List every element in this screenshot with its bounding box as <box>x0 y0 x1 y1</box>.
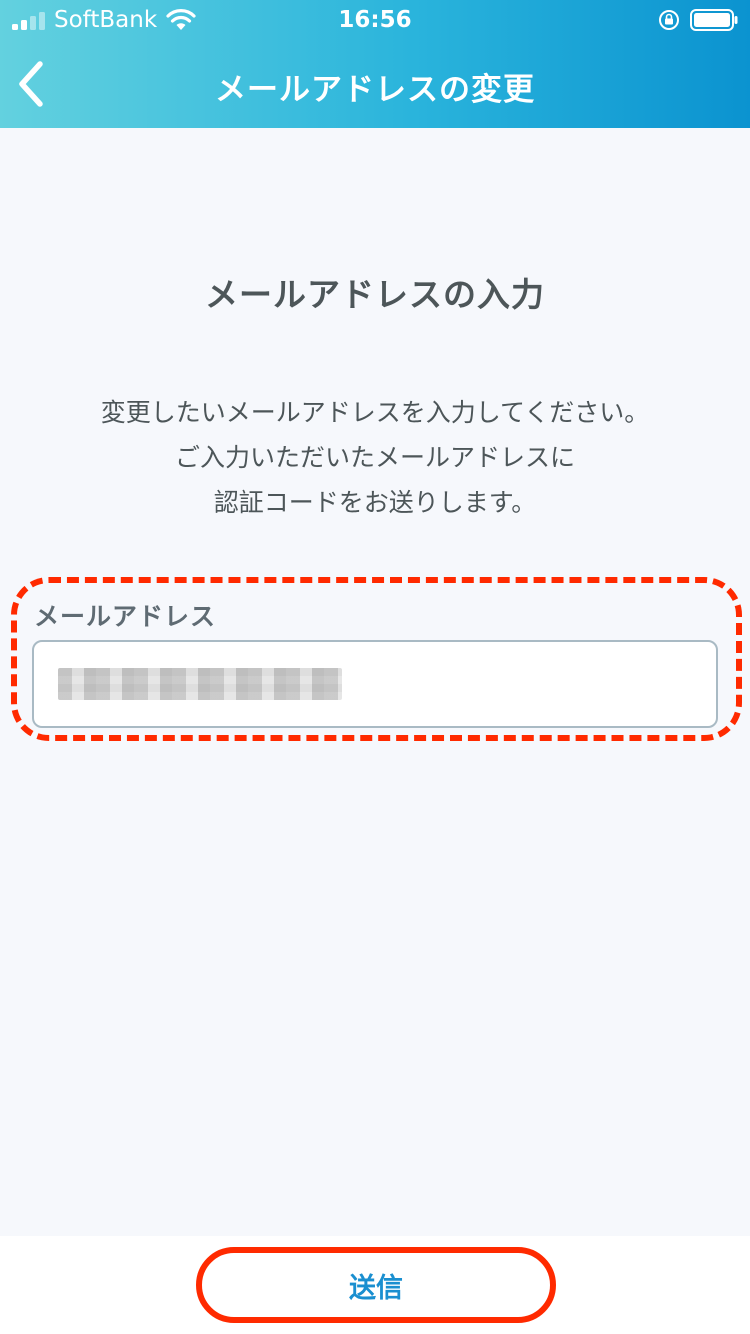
battery-icon <box>690 9 738 31</box>
page-title: メールアドレスの入力 <box>205 275 545 314</box>
nav-bar: メールアドレスの変更 <box>0 40 750 128</box>
description-line: 認証コードをお送りします。 <box>213 488 537 517</box>
rotation-lock-icon <box>659 10 679 30</box>
redacted-email-mask <box>58 668 342 700</box>
screen: SoftBank 16:56 メールアドレスの変更 メールアドレスの入力 変更し… <box>0 0 750 1334</box>
description-line: ご入力いただいたメールアドレスに <box>174 443 575 472</box>
nav-title: メールアドレスの変更 <box>215 72 535 108</box>
status-bar: SoftBank 16:56 <box>0 0 750 40</box>
status-time: 16:56 <box>338 7 412 33</box>
description: 変更したいメールアドレスを入力してください。 ご入力いただいたメールアドレスに … <box>0 390 750 525</box>
submit-button[interactable]: 送信 <box>196 1247 556 1323</box>
description-line: 変更したいメールアドレスを入力してください。 <box>100 398 650 427</box>
email-label: メールアドレス <box>34 602 217 631</box>
header: SoftBank 16:56 メールアドレスの変更 <box>0 0 750 128</box>
